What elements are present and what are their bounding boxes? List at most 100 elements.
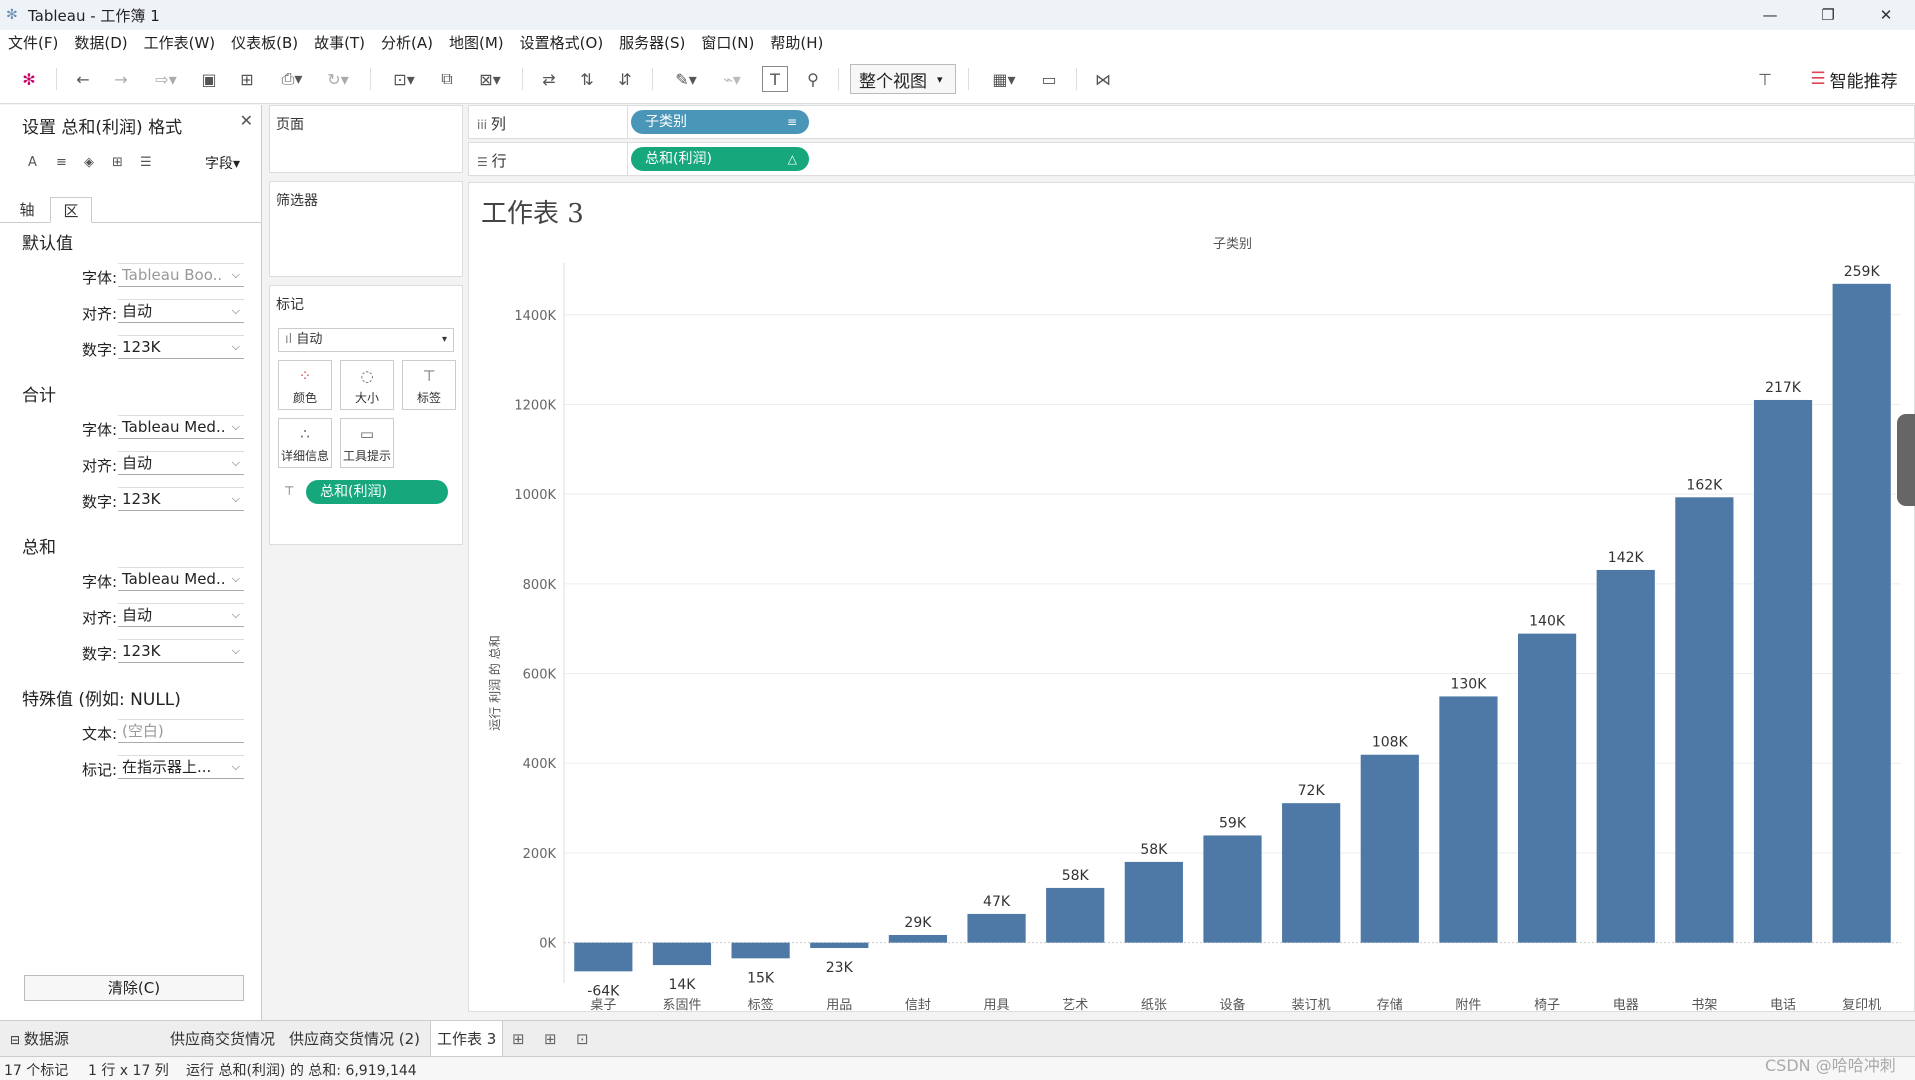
tab-datasource[interactable]: ⊟ 数据源 <box>4 1021 75 1057</box>
grand-align-select[interactable]: 自动 ⌵ <box>118 603 244 627</box>
default-number-row: 数字: 123K ⌵ <box>0 335 262 361</box>
default-font-value: Tableau Boo.. <box>122 266 223 284</box>
duplicate-sheet-icon[interactable]: ⧉ <box>434 66 460 92</box>
menu-data[interactable]: 数据(D) <box>74 32 127 53</box>
menu-server[interactable]: 服务器(S) <box>619 32 685 53</box>
columns-shelf: iii 列 子类别 ≡ <box>468 105 1915 139</box>
lines-tab-icon[interactable]: ☰ <box>140 155 168 170</box>
sort-descending-icon[interactable]: ⇵ <box>612 66 638 92</box>
rows-pill-sum-profit[interactable]: 总和(利润) △ <box>631 147 809 171</box>
tab-axis[interactable]: 轴 <box>6 197 48 223</box>
menu-story[interactable]: 故事(T) <box>314 32 365 53</box>
tooltip-label: 工具提示 <box>342 449 391 463</box>
shading-tab-icon[interactable]: ◈ <box>84 155 112 170</box>
grand-font-select[interactable]: Tableau Med.. ⌵ <box>118 567 244 591</box>
close-icon[interactable]: ✕ <box>240 111 253 130</box>
chevron-down-icon: ⌵ <box>231 340 240 353</box>
menu-map[interactable]: 地图(M) <box>449 32 504 53</box>
new-worksheet-icon[interactable]: ⊡▾ <box>384 66 424 92</box>
show-me-button[interactable]: ☰ 智能推荐 <box>1798 66 1910 92</box>
menu-dashboard[interactable]: 仪表板(B) <box>231 32 298 53</box>
default-font-select[interactable]: Tableau Boo.. ⌵ <box>118 263 244 287</box>
data-label: 72K <box>1298 783 1326 799</box>
show-hide-cards-icon[interactable]: ▦▾ <box>984 66 1024 92</box>
tab-sheet-3[interactable]: 工作表 3 <box>430 1021 504 1057</box>
clear-sheet-icon[interactable]: ⊠▾ <box>470 66 510 92</box>
rows-label-text: 行 <box>491 152 507 170</box>
tab-sheet-2[interactable]: 供应商交货情况 (2) <box>283 1021 426 1057</box>
maximize-button[interactable]: ❐ <box>1799 0 1857 30</box>
replace-data-icon[interactable]: ⇨▾ <box>146 66 186 92</box>
filters-card[interactable]: 筛选器 <box>269 181 463 277</box>
totals-align-select[interactable]: 自动 ⌵ <box>118 451 244 475</box>
special-text-input[interactable]: (空白) <box>118 719 244 743</box>
menu-window[interactable]: 窗口(N) <box>701 32 754 53</box>
undo-icon[interactable]: ← <box>70 66 96 92</box>
clear-button[interactable]: 清除(C) <box>24 975 244 1001</box>
special-marks-label: 标记: <box>81 761 117 779</box>
mark-type-dropdown[interactable]: ıl 自动 ▾ <box>278 328 454 352</box>
default-number-select[interactable]: 123K ⌵ <box>118 335 244 359</box>
grand-number-select[interactable]: 123K ⌵ <box>118 639 244 663</box>
format-painter-icon[interactable]: ⊤ <box>1752 66 1778 92</box>
close-button[interactable]: ✕ <box>1857 0 1915 30</box>
fit-dropdown[interactable]: 整个视图 ▾ <box>850 64 956 94</box>
minimize-button[interactable]: — <box>1741 0 1799 30</box>
pages-card[interactable]: 页面 <box>269 105 463 173</box>
tooltip-button[interactable]: ▭ 工具提示 <box>340 418 394 468</box>
data-label: 259K <box>1844 264 1881 280</box>
label-button[interactable]: ⊤ 标签 <box>402 360 456 410</box>
default-align-select[interactable]: 自动 ⌵ <box>118 299 244 323</box>
y-tick-label: 0K <box>539 937 556 952</box>
section-default-title: 默认值 <box>22 234 73 254</box>
scroll-handle[interactable] <box>1897 414 1915 506</box>
data-label: 15K <box>747 970 775 986</box>
marks-pill-sum-profit[interactable]: 总和(利润) <box>306 480 448 504</box>
presentation-mode-icon[interactable]: ▭ <box>1036 66 1062 92</box>
tab-sheet-1[interactable]: 供应商交货情况 <box>164 1021 281 1057</box>
totals-number-select[interactable]: 123K ⌵ <box>118 487 244 511</box>
detail-button[interactable]: ∴ 详细信息 <box>278 418 332 468</box>
menu-help[interactable]: 帮助(H) <box>770 32 823 53</box>
alignment-tab-icon[interactable]: ≡ <box>56 155 84 170</box>
save-icon[interactable]: ▣ <box>196 66 222 92</box>
new-dashboard-tab-icon[interactable]: ⊞ <box>538 1021 563 1057</box>
new-story-tab-icon[interactable]: ⊡ <box>570 1021 595 1057</box>
fields-dropdown[interactable]: 字段▾ <box>205 153 240 173</box>
menu-worksheet[interactable]: 工作表(W) <box>144 32 216 53</box>
menu-file[interactable]: 文件(F) <box>8 32 58 53</box>
y-tick-label: 1200K <box>514 398 556 413</box>
swap-axes-icon[interactable]: ⇄ <box>536 66 562 92</box>
new-datasource-icon[interactable]: ⊞ <box>234 66 260 92</box>
sort-ascending-icon[interactable]: ⇅ <box>574 66 600 92</box>
group-members-icon[interactable]: ⌁▾ <box>712 66 752 92</box>
menu-format[interactable]: 设置格式(O) <box>520 32 604 53</box>
share-icon[interactable]: ⋈ <box>1090 66 1116 92</box>
columns-pill-subcategory[interactable]: 子类别 ≡ <box>631 110 809 134</box>
bar <box>1675 497 1734 943</box>
data-label: 58K <box>1140 842 1168 858</box>
menu-analysis[interactable]: 分析(A) <box>381 32 433 53</box>
section-totals-title: 合计 <box>22 386 56 406</box>
special-marks-select[interactable]: 在指示器上... ⌵ <box>118 755 244 779</box>
borders-tab-icon[interactable]: ⊞ <box>112 155 140 170</box>
data-label: 14K <box>668 977 696 993</box>
tableau-home-icon[interactable]: ✻ <box>16 66 42 92</box>
default-number-value: 123K <box>122 338 161 356</box>
format-pane: 设置 总和(利润) 格式 ✕ A ≡ ◈ ⊞ ☰ 字段▾ 轴 区 默认值 字体:… <box>0 105 262 1020</box>
font-tab-icon[interactable]: A <box>28 155 56 170</box>
bar <box>1046 887 1105 943</box>
highlight-icon[interactable]: ✎▾ <box>666 66 706 92</box>
show-mark-labels-icon[interactable]: T <box>762 66 788 92</box>
fix-axes-icon[interactable]: ⚲ <box>800 66 826 92</box>
size-button[interactable]: ◌ 大小 <box>340 360 394 410</box>
pause-update-icon[interactable]: ⎙▾ <box>272 66 312 92</box>
tableau-logo-icon: ✻ <box>6 7 18 23</box>
x-tick-label: 信封 <box>905 998 931 1013</box>
color-button[interactable]: ⁘ 颜色 <box>278 360 332 410</box>
new-worksheet-tab-icon[interactable]: ⊞ <box>506 1021 531 1057</box>
tab-pane[interactable]: 区 <box>50 197 92 223</box>
refresh-icon[interactable]: ↻▾ <box>318 66 358 92</box>
redo-icon[interactable]: → <box>108 66 134 92</box>
totals-font-select[interactable]: Tableau Med.. ⌵ <box>118 415 244 439</box>
